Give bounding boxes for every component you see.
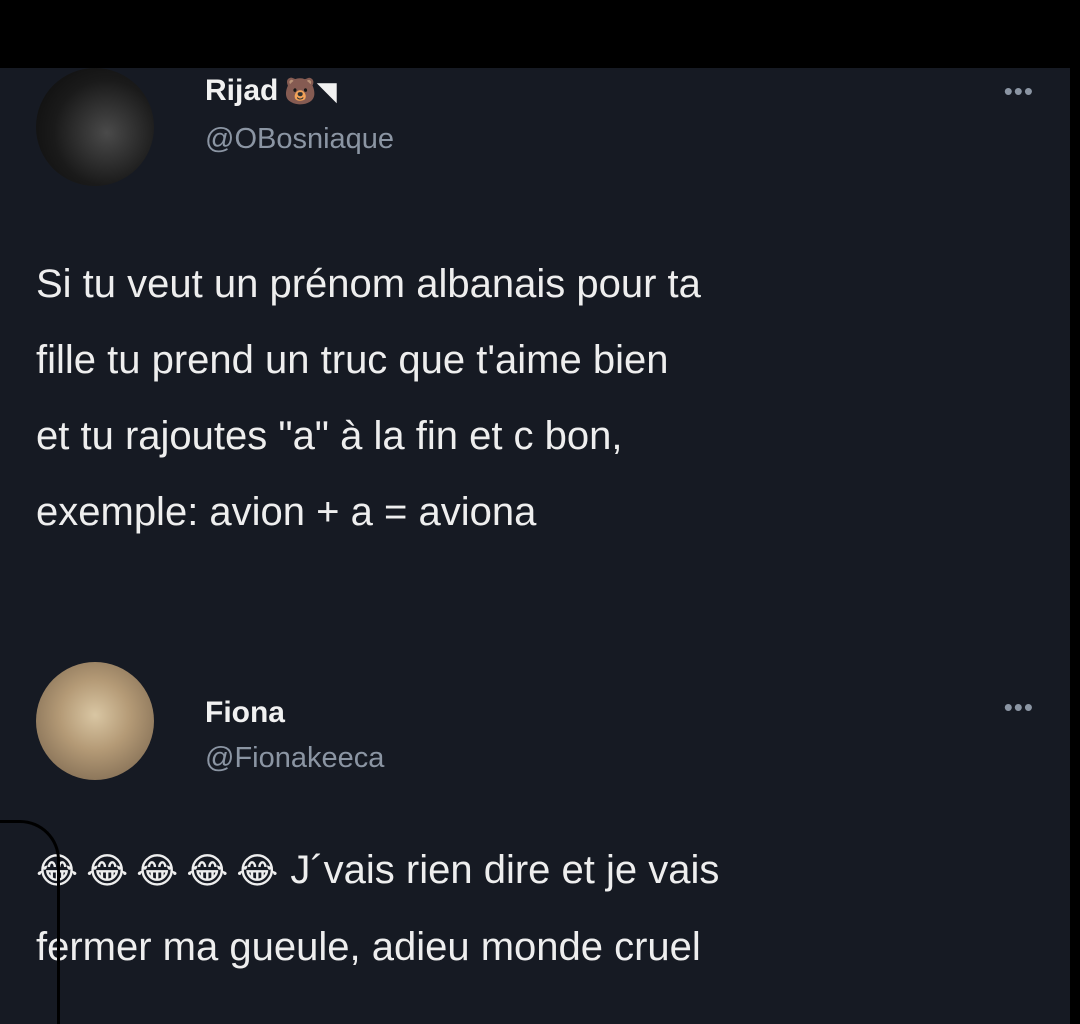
tweet-text-line: exemple: avion + a = aviona [36, 490, 537, 534]
display-name[interactable]: Rijad 🐻◥ [205, 74, 337, 108]
tweet-thread: Rijad 🐻◥ @OBosniaque ••• Si tu veut un pr… [0, 68, 1070, 1024]
top-black-bar [0, 0, 1080, 68]
tweet-text-line: fermer ma gueule, adieu monde cruel [36, 925, 701, 969]
laughing-emoji-icon: 😂😂😂😂😂 [36, 850, 287, 891]
more-options-icon[interactable]: ••• [1004, 692, 1034, 723]
tweet-text-line: 😂😂😂😂😂 J´vais rien dire et je vais [36, 832, 1046, 909]
tweet-text-line: et tu rajoutes "a" à la fin et c bon, [36, 414, 623, 458]
avatar[interactable] [36, 68, 154, 186]
display-name[interactable]: Fiona [205, 696, 285, 730]
tweet-text: 😂😂😂😂😂 J´vais rien dire et je vais fermer … [36, 832, 1046, 985]
avatar[interactable] [36, 662, 154, 780]
tweet-text: Si tu veut un prénom albanais pour ta fi… [36, 246, 1036, 550]
tweet-text-line: fille tu prend un truc que t'aime bien [36, 338, 669, 382]
more-options-icon[interactable]: ••• [1004, 76, 1034, 107]
display-name-text[interactable]: Rijad [205, 74, 278, 107]
profile-emoji-badge: 🐻◥ [284, 76, 337, 106]
tweet-text-line: Si tu veut un prénom albanais pour ta [36, 262, 701, 306]
tweet-text-span: J´vais rien dire et je vais [290, 848, 720, 892]
curve-mark-decoration [0, 820, 60, 1024]
user-handle[interactable]: @OBosniaque [205, 123, 394, 156]
user-handle[interactable]: @Fionakeeca [205, 742, 384, 775]
right-black-bar [1070, 68, 1080, 1024]
